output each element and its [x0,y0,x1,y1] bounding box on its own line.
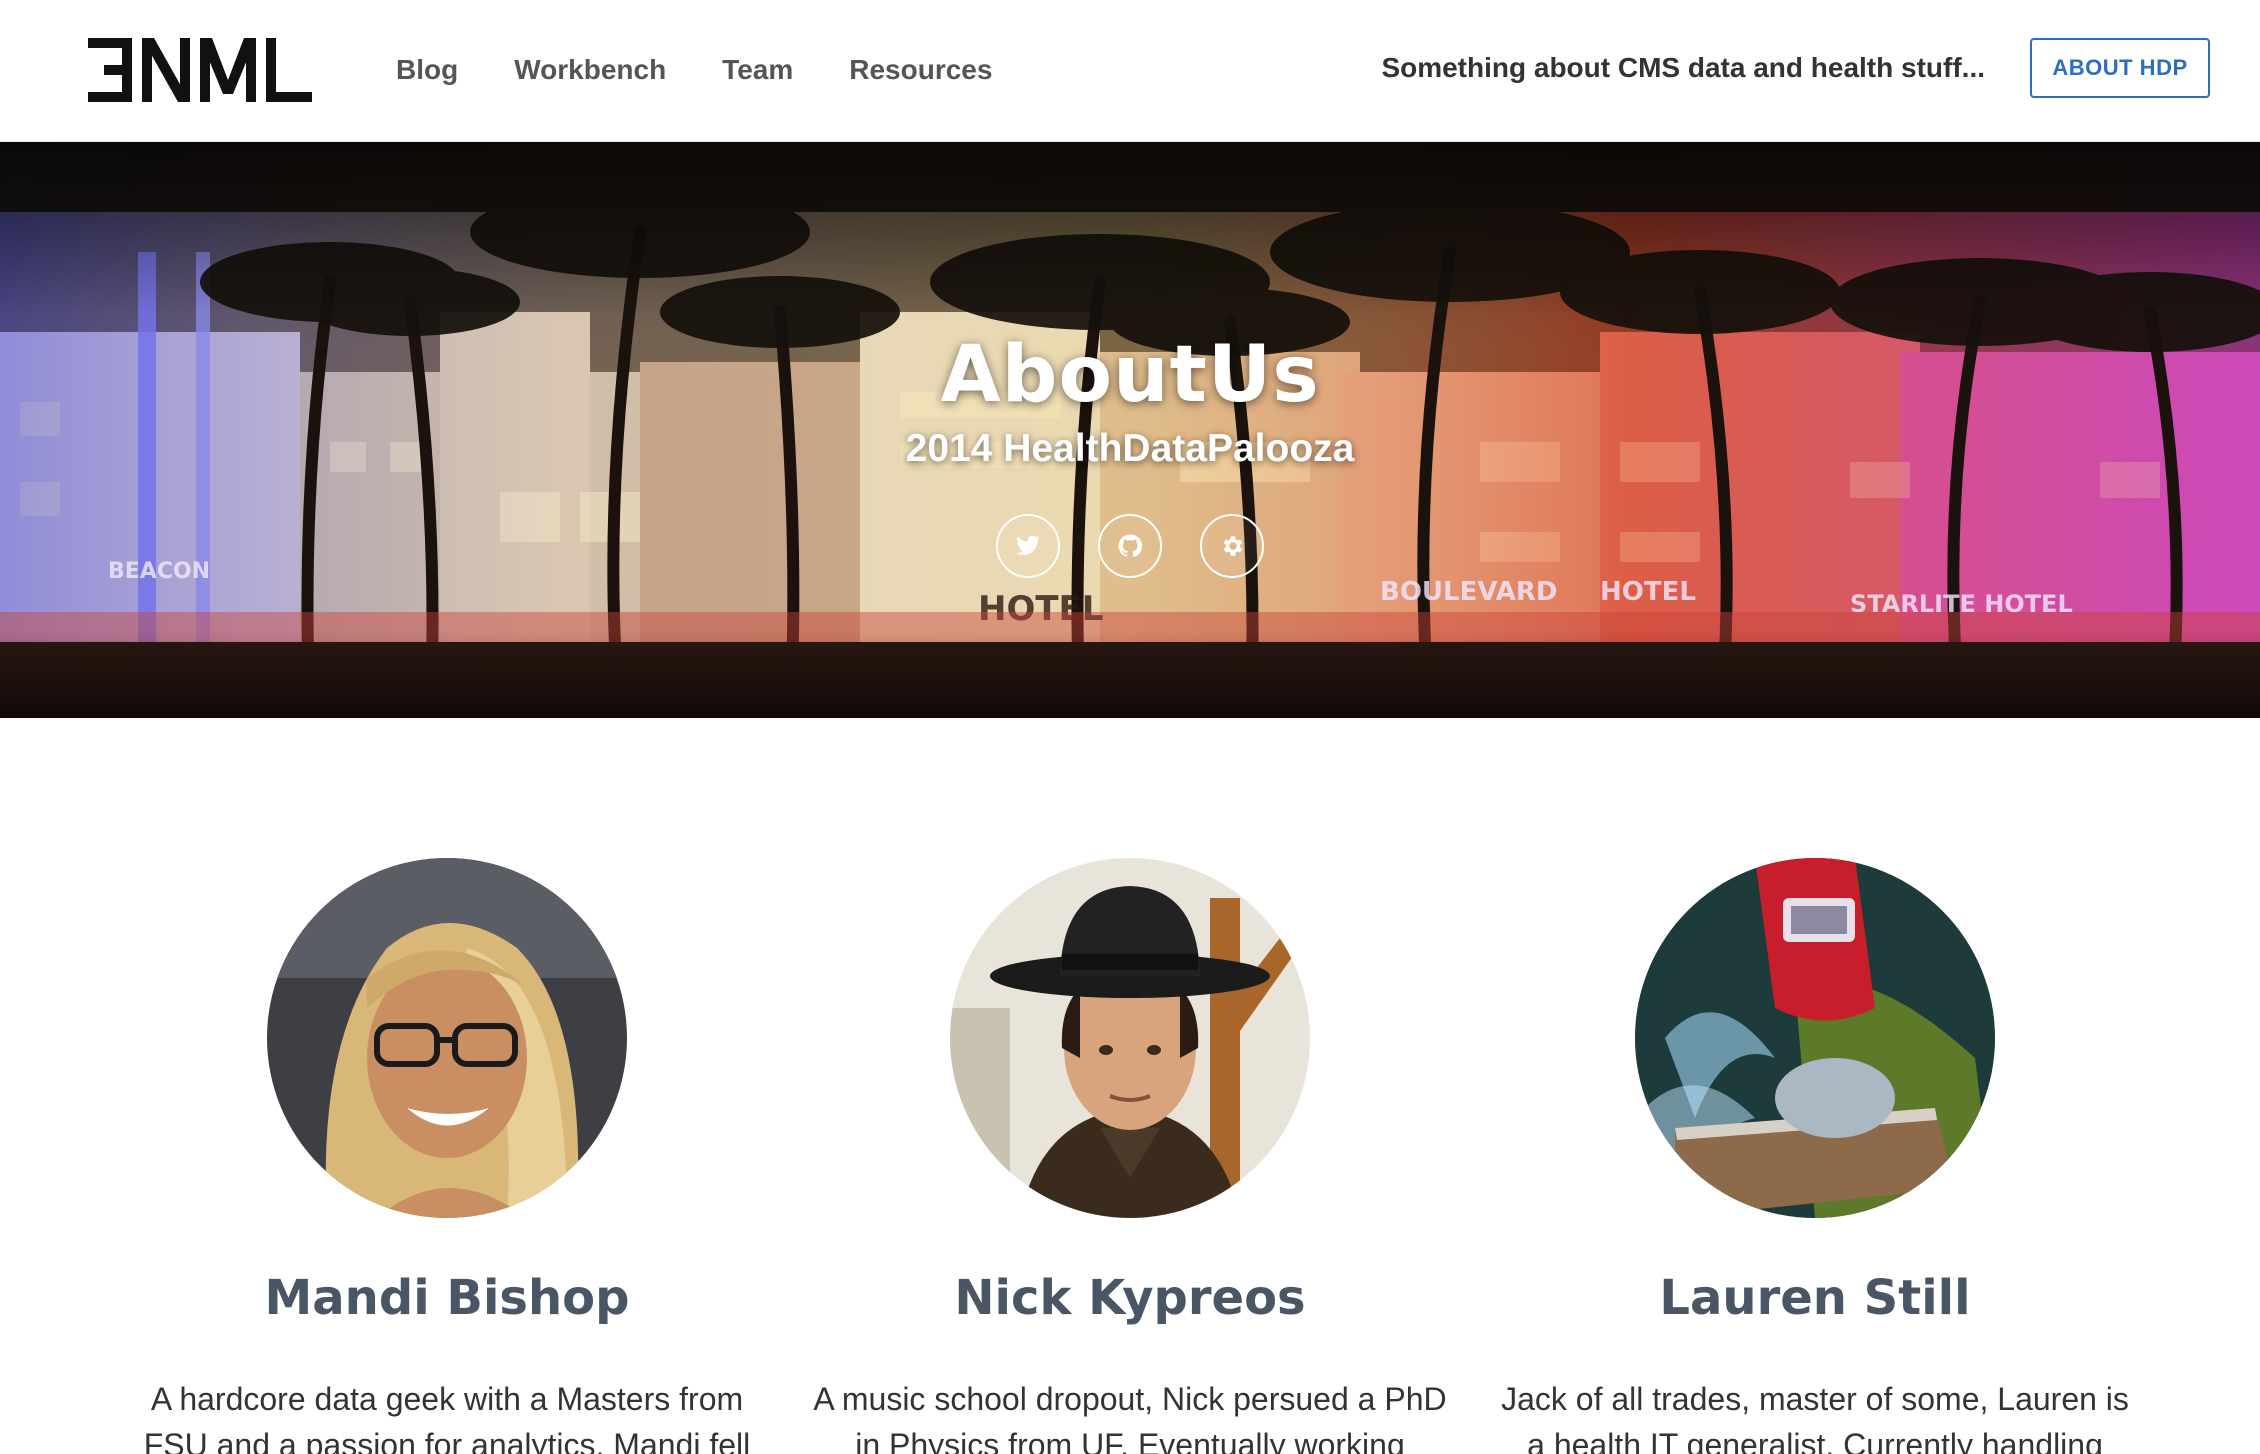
settings-button[interactable] [1200,514,1264,578]
hero-banner: BEACON HOTEL BOULEVARD HOTEL STARLITE HO… [0,142,2260,718]
team-member-card: Mandi Bishop A hardcore data geek with a… [107,718,787,1454]
hero-subtitle: 2014 HealthDataPalooza [905,427,1355,470]
github-icon [1118,534,1143,557]
member-bio: A hardcore data geek with a Masters from… [143,1381,751,1454]
team-section: Mandi Bishop A hardcore data geek with a… [0,718,2260,1454]
avatar-mandi-bishop[interactable] [267,858,627,1218]
avatar-photo [1635,858,1995,1218]
avatar-photo [950,858,1310,1218]
member-bio: A music school dropout, Nick persued a P… [813,1381,1447,1454]
github-button[interactable] [1098,514,1162,578]
nav-link-workbench[interactable]: Workbench [514,50,666,90]
navbar: Blog Workbench Team Resources Something … [0,0,2260,142]
member-bio: Jack of all trades, master of some, Laur… [1501,1381,2129,1454]
twitter-button[interactable] [996,514,1060,578]
gear-icon [1223,536,1243,556]
about-hdp-button[interactable]: ABOUT HDP [2030,38,2210,98]
member-name: Lauren Still [1659,1270,1971,1326]
member-name: Mandi Bishop [264,1270,630,1326]
nav-link-resources[interactable]: Resources [849,50,992,90]
hero-title: AboutUs [940,330,1320,420]
team-member-card: Nick Kypreos A music school dropout, Nic… [790,718,1470,1454]
site-tagline: Something about CMS data and health stuf… [1381,52,1985,83]
site-logo[interactable] [88,38,312,102]
avatar-lauren-still[interactable] [1635,858,1995,1218]
nav-link-team[interactable]: Team [722,50,793,90]
nav-link-blog[interactable]: Blog [396,50,458,90]
main-nav: Blog Workbench Team Resources [396,50,1048,90]
member-name: Nick Kypreos [954,1270,1306,1326]
team-member-card: Lauren Still Jack of all trades, master … [1475,718,2155,1454]
avatar-photo [267,858,627,1218]
avatar-nick-kypreos[interactable] [950,858,1310,1218]
twitter-icon [1016,535,1040,555]
social-links [0,514,2260,578]
